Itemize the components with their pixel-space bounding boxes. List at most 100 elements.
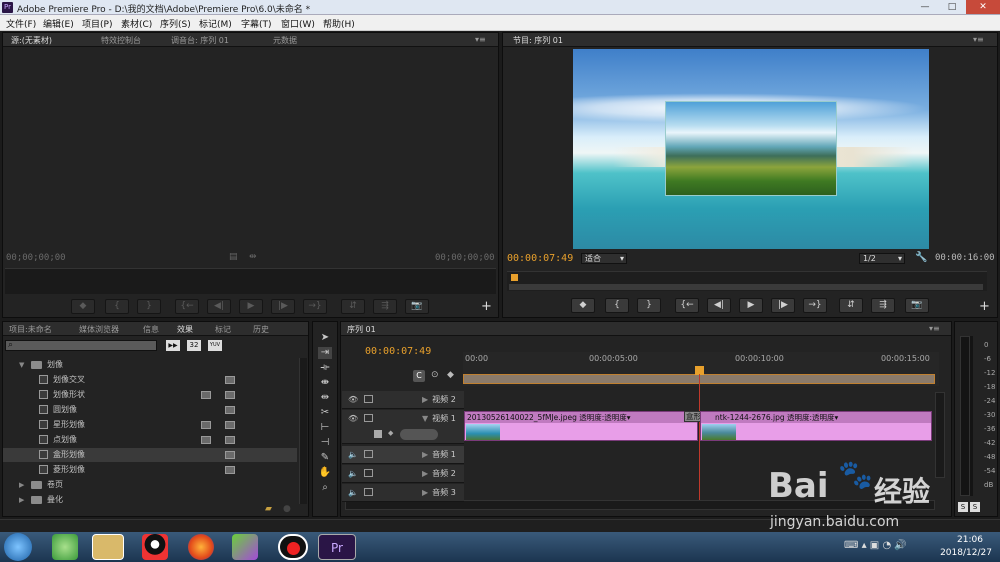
source-play-button[interactable]: ▶ xyxy=(239,299,263,314)
export-frame-button[interactable]: 📷 xyxy=(905,298,929,313)
safe-margin-icon[interactable]: ▤ xyxy=(229,252,238,262)
lock-icon[interactable] xyxy=(364,395,373,403)
expand-triangle-icon[interactable]: ▶ xyxy=(422,488,428,497)
track-audio-2[interactable]: 🔈 ▶ 音频 2 xyxy=(342,465,464,483)
source-go-out-button[interactable]: →} xyxy=(303,299,327,314)
program-go-out-button[interactable]: →} xyxy=(803,298,827,313)
source-marker-button[interactable]: ◆ xyxy=(71,299,95,314)
clock-date[interactable]: 2018/12/27 xyxy=(936,548,996,558)
close-button[interactable]: ✕ xyxy=(966,0,1000,14)
source-in-button[interactable]: { xyxy=(105,299,129,314)
zoom-tool-icon[interactable]: ⌕ xyxy=(318,482,332,494)
timeline-panel-menu-icon[interactable]: ▾≡ xyxy=(929,324,940,333)
source-out-button[interactable]: } xyxy=(137,299,161,314)
qq-icon[interactable] xyxy=(142,534,168,560)
slide-tool-icon[interactable]: ⊣ xyxy=(318,437,332,449)
hand-tool-icon[interactable]: ✋ xyxy=(318,467,332,479)
app-360-icon[interactable] xyxy=(52,534,78,560)
slip-tool-icon[interactable]: ⊢ xyxy=(318,422,332,434)
snap-icon[interactable]: C xyxy=(413,370,425,382)
32bit-effects-button[interactable]: 32 xyxy=(187,340,201,351)
source-insert-button[interactable]: ⇵ xyxy=(341,299,365,314)
program-panel-menu-icon[interactable]: ▾≡ xyxy=(973,35,984,44)
program-timecode[interactable]: 00:00:07:49 xyxy=(507,253,573,264)
tab-sequence[interactable]: 序列 01 xyxy=(347,324,376,335)
program-step-back-button[interactable]: ◀| xyxy=(707,298,731,313)
expand-triangle-icon[interactable]: ▶ xyxy=(422,450,428,459)
collapse-triangle-icon[interactable]: ▶ xyxy=(19,493,24,507)
tree-item-effect-selected[interactable]: 盒形划像 xyxy=(3,448,297,462)
tree-item-effect[interactable]: 菱形划像 xyxy=(3,463,297,477)
menu-project[interactable]: 项目(P) xyxy=(82,17,112,30)
expand-triangle-icon[interactable]: ▼ xyxy=(422,414,428,423)
keyframe-nav[interactable] xyxy=(400,429,438,440)
source-go-in-button[interactable]: {← xyxy=(175,299,199,314)
delete-icon[interactable]: ● xyxy=(283,504,291,514)
expand-triangle-icon[interactable]: ▶ xyxy=(422,469,428,478)
lock-icon[interactable] xyxy=(364,414,373,422)
tree-item-effect[interactable]: 圆划像 xyxy=(3,403,297,417)
player-icon[interactable] xyxy=(232,534,258,560)
timeline-scrollbar[interactable] xyxy=(935,392,945,478)
source-overwrite-button[interactable]: ⇶ xyxy=(373,299,397,314)
tree-folder-dissolve[interactable]: ▶ 叠化 xyxy=(3,493,297,507)
tab-history[interactable]: 历史 xyxy=(253,324,269,335)
tab-source[interactable]: 源:(无素材) xyxy=(11,35,52,46)
tree-item-effect[interactable]: 星形划像 xyxy=(3,418,297,432)
eye-icon[interactable]: 👁 xyxy=(348,395,358,404)
tab-program[interactable]: 节目: 序列 01 xyxy=(513,35,563,46)
track-audio-3[interactable]: 🔈 ▶ 音频 3 xyxy=(342,484,464,502)
program-out-button[interactable]: } xyxy=(637,298,661,313)
tab-effect-controls[interactable]: 特效控制台 xyxy=(101,35,141,46)
menu-marker[interactable]: 标记(M) xyxy=(199,17,232,30)
tree-folder-page-peel[interactable]: ▶ 卷页 xyxy=(3,478,297,492)
tab-effects[interactable]: 效果 xyxy=(177,324,193,335)
explorer-icon[interactable] xyxy=(92,534,124,560)
program-play-button[interactable]: ▶ xyxy=(739,298,763,313)
tab-metadata[interactable]: 元数据 xyxy=(273,35,297,46)
program-zoom-bar[interactable] xyxy=(509,284,983,290)
premiere-taskbar-icon[interactable]: Pr xyxy=(318,534,356,560)
tab-audio-mixer[interactable]: 调音台: 序列 01 xyxy=(171,35,229,46)
program-video-frame[interactable] xyxy=(573,49,929,249)
tray-icons[interactable]: ⌨ ▴ ▣ ◔ 🔊 xyxy=(844,540,907,551)
menu-help[interactable]: 帮助(H) xyxy=(323,17,355,30)
track-audio-1[interactable]: 🔈 ▶ 音频 1 xyxy=(342,446,464,464)
solo-left-button[interactable]: S xyxy=(958,502,968,512)
rolling-edit-tool-icon[interactable]: ⇼ xyxy=(318,377,332,389)
track-video-1[interactable]: 👁 ▼ 视频 1 ◆ xyxy=(342,410,464,444)
fit-dropdown[interactable]: 适合 ▾ xyxy=(581,253,627,264)
tab-markers[interactable]: 标记 xyxy=(215,324,231,335)
source-step-forward-button[interactable]: |▶ xyxy=(271,299,295,314)
menu-clip[interactable]: 素材(C) xyxy=(121,17,152,30)
resolution-dropdown[interactable]: 1/2 ▾ xyxy=(859,253,905,264)
menu-edit[interactable]: 编辑(E) xyxy=(43,17,74,30)
ripple-edit-tool-icon[interactable]: ⟛ xyxy=(318,362,332,374)
panel-menu-icon[interactable]: ▾≡ xyxy=(475,35,486,44)
selection-tool-icon[interactable]: ➤ xyxy=(318,332,332,344)
rate-stretch-tool-icon[interactable]: ⇹ xyxy=(318,392,332,404)
source-step-back-button[interactable]: ◀| xyxy=(207,299,231,314)
effects-search-input[interactable]: ⌕ xyxy=(5,340,157,351)
tree-item-effect[interactable]: 点划像 xyxy=(3,433,297,447)
timeline-timecode[interactable]: 00:00:07:49 xyxy=(365,346,431,357)
lock-icon[interactable] xyxy=(364,488,373,496)
program-time-ruler[interactable] xyxy=(507,271,987,291)
solo-right-button[interactable]: S xyxy=(970,502,980,512)
start-button[interactable] xyxy=(4,533,32,561)
firefox-icon[interactable] xyxy=(188,534,214,560)
expand-triangle-icon[interactable]: ▶ xyxy=(422,395,428,404)
speaker-icon[interactable]: 🔈 xyxy=(348,469,358,478)
expand-triangle-icon[interactable]: ▼ xyxy=(19,358,24,372)
tab-media-browser[interactable]: 媒体浏览器 xyxy=(79,324,119,335)
menu-sequence[interactable]: 序列(S) xyxy=(160,17,191,30)
tab-project[interactable]: 项目:未命名 xyxy=(9,324,52,335)
track-video-2[interactable]: 👁 ▶ 视频 2 xyxy=(342,391,464,409)
collapse-triangle-icon[interactable]: ▶ xyxy=(19,478,24,492)
program-go-in-button[interactable]: {← xyxy=(675,298,699,313)
extract-button[interactable]: ⇶ xyxy=(871,298,895,313)
speaker-icon[interactable]: 🔈 xyxy=(348,450,358,459)
clip-image-2[interactable]: ntk-1244-2676.jpg 透明度:透明度▾ xyxy=(700,411,932,441)
source-add-button[interactable]: + xyxy=(481,299,492,314)
program-playhead[interactable] xyxy=(511,274,518,281)
